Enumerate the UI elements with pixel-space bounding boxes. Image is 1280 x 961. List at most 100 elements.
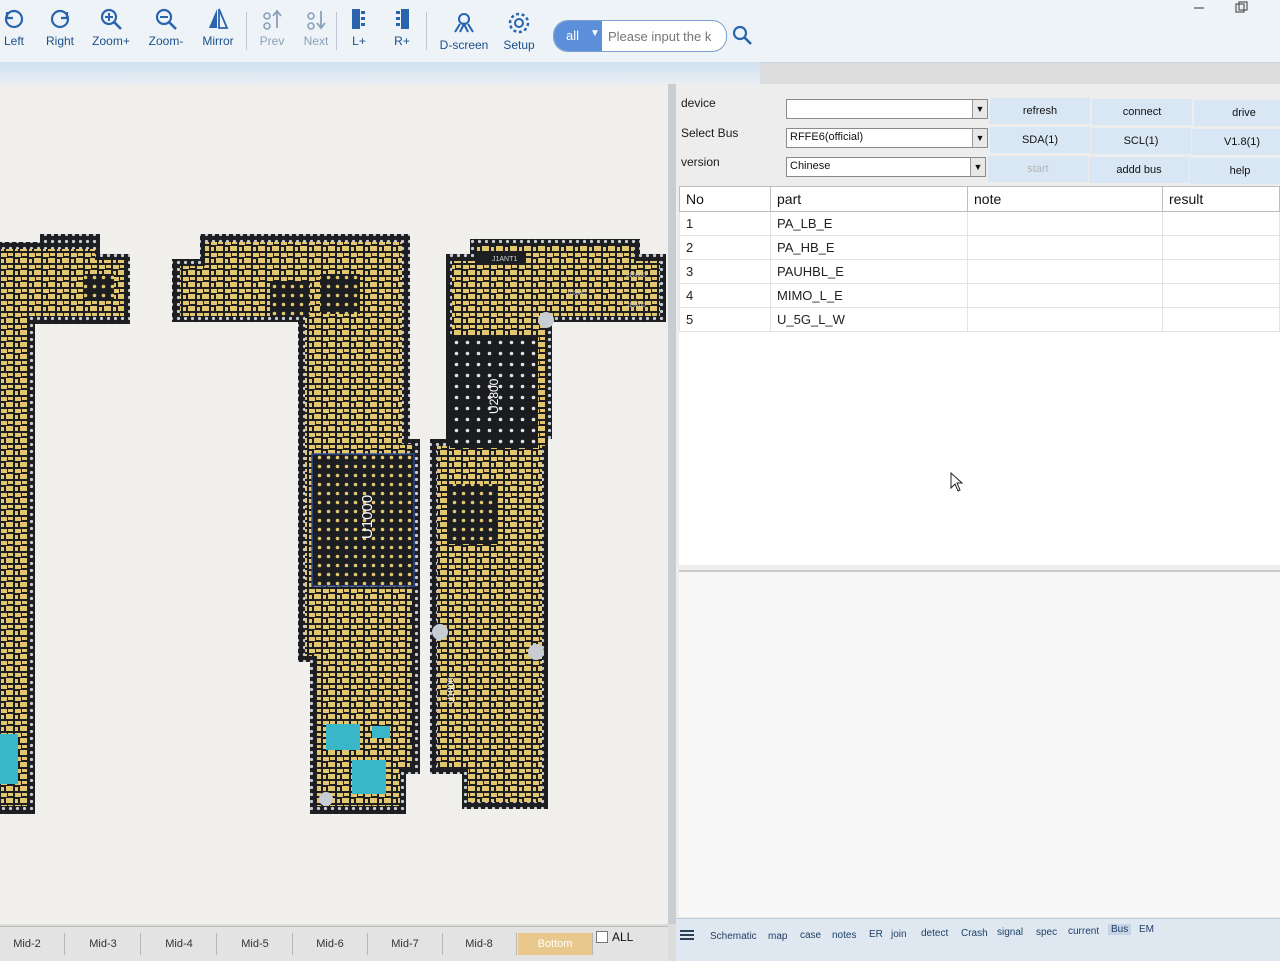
chevron-down-icon: ▼ xyxy=(972,100,987,118)
layer-tab-mid-3[interactable]: Mid-3 xyxy=(66,933,141,955)
layer-tab-mid-4[interactable]: Mid-4 xyxy=(142,933,217,955)
tab-map[interactable]: map xyxy=(768,931,787,942)
help-button[interactable]: help xyxy=(1190,158,1280,184)
tab-er[interactable]: ER xyxy=(869,929,883,940)
left-layer-icon xyxy=(352,9,365,29)
mirror-icon xyxy=(209,8,229,29)
voltage-button[interactable]: V1.8(1) xyxy=(1192,129,1280,155)
cell-no: 4 xyxy=(679,283,771,308)
rotate-right-button[interactable]: Right xyxy=(34,4,86,56)
column-header-no[interactable]: No xyxy=(679,186,771,212)
layer-tab-mid-8[interactable]: Mid-8 xyxy=(442,933,517,955)
rotate-left-icon xyxy=(4,9,24,29)
cell-note xyxy=(967,235,1163,260)
layer-tab-bar: Mid-2 Mid-3 Mid-4 Mid-5 Mid-6 Mid-7 Mid-… xyxy=(0,926,668,961)
search-input[interactable] xyxy=(606,24,726,48)
chevron-down-icon: ▼ xyxy=(590,28,600,39)
cell-result xyxy=(1162,307,1280,332)
table-row[interactable]: 5 U_5G_L_W xyxy=(679,307,1280,332)
layer-tab-mid-6[interactable]: Mid-6 xyxy=(293,933,368,955)
bus-tool-panel: device Select Bus version ▼ RFFE6(offici… xyxy=(676,84,1280,920)
setup-button[interactable]: Setup xyxy=(493,8,545,60)
right-layer-icon xyxy=(396,9,409,29)
layer-tab-mid-7[interactable]: Mid-7 xyxy=(368,933,443,955)
tab-case[interactable]: case xyxy=(800,930,821,941)
log-output-pane[interactable] xyxy=(679,570,1280,917)
mirror-button[interactable]: Mirror xyxy=(192,4,244,56)
dual-screen-button[interactable]: D-screen xyxy=(437,8,491,60)
function-tab-bar: Schematic map case notes ER join detect … xyxy=(676,918,1280,961)
menu-icon[interactable] xyxy=(680,929,694,941)
add-bus-button[interactable]: addd bus xyxy=(1089,157,1189,183)
column-header-note[interactable]: note xyxy=(967,186,1163,212)
tab-notes[interactable]: notes xyxy=(832,930,856,941)
table-row[interactable]: 4 MIMO_L_E xyxy=(679,283,1280,308)
zoom-out-button[interactable]: Zoom- xyxy=(140,4,192,56)
tab-schematic[interactable]: Schematic xyxy=(710,931,757,942)
table-row[interactable]: 1 PA_LB_E xyxy=(679,211,1280,236)
board-view[interactable]: U1000 J1ANT1 J10800 J10600 J10200 U2800 … xyxy=(0,84,668,924)
pcb-board-layout[interactable]: U1000 J1ANT1 J10800 J10600 J10200 U2800 … xyxy=(0,84,668,924)
layer-tab-mid-2[interactable]: Mid-2 xyxy=(0,933,65,955)
tab-signal[interactable]: signal xyxy=(997,927,1023,938)
chip-label-u1000: U1000 xyxy=(359,495,376,539)
connector-label-j10600: J10600 xyxy=(626,273,646,279)
search-icon[interactable] xyxy=(731,24,753,46)
results-table: No part note result 1 PA_LB_E 2 PA_HB_E … xyxy=(679,186,1280,332)
connector-label-j1ant1: J1ANT1 xyxy=(492,256,517,263)
cell-no: 5 xyxy=(679,307,771,332)
cell-no: 3 xyxy=(679,259,771,284)
chevron-down-icon: ▼ xyxy=(972,129,987,147)
cell-result xyxy=(1162,259,1280,284)
pane-splitter[interactable] xyxy=(668,84,676,924)
cell-note xyxy=(967,307,1163,332)
scl-button[interactable]: SCL(1) xyxy=(1091,128,1191,154)
bus-select[interactable]: RFFE6(official) ▼ xyxy=(786,128,988,148)
refresh-button[interactable]: refresh xyxy=(990,98,1090,124)
toolbar-separator xyxy=(426,12,427,50)
layer-tab-mid-5[interactable]: Mid-5 xyxy=(218,933,293,955)
layer-tab-bottom[interactable]: Bottom xyxy=(518,933,593,955)
cell-part: PAUHBL_E xyxy=(770,259,968,284)
drive-button[interactable]: drive xyxy=(1194,100,1280,126)
tab-join[interactable]: join xyxy=(891,929,907,940)
restore-icon[interactable] xyxy=(1235,3,1245,13)
column-header-result[interactable]: result xyxy=(1162,186,1280,212)
tab-detect[interactable]: detect xyxy=(921,928,948,939)
right-layer-button[interactable]: R+ xyxy=(376,4,428,56)
device-label: device xyxy=(681,96,716,110)
search-box: all ▼ xyxy=(553,20,727,52)
tab-crash[interactable]: Crash xyxy=(961,928,988,939)
cell-note xyxy=(967,259,1163,284)
mouse-cursor-icon xyxy=(950,472,964,492)
cell-no: 1 xyxy=(679,211,771,236)
version-select[interactable]: Chinese ▼ xyxy=(786,157,986,177)
tab-spec[interactable]: spec xyxy=(1036,927,1057,938)
cell-result xyxy=(1162,235,1280,260)
zoom-in-button[interactable]: Zoom+ xyxy=(85,4,137,56)
device-select[interactable]: ▼ xyxy=(786,99,988,119)
all-layers-checkbox[interactable] xyxy=(596,931,608,943)
cell-note xyxy=(967,211,1163,236)
cell-part: PA_HB_E xyxy=(770,235,968,260)
connect-button[interactable]: connect xyxy=(1092,99,1192,125)
search-scope-select[interactable]: all ▼ xyxy=(554,21,602,51)
tab-bus[interactable]: Bus xyxy=(1108,924,1132,935)
select-bus-label: Select Bus xyxy=(681,126,739,140)
cell-part: U_5G_L_W xyxy=(770,307,968,332)
chip-label-u1800: U1800 xyxy=(446,677,456,704)
tab-current[interactable]: current xyxy=(1068,926,1099,937)
window-controls xyxy=(1180,0,1280,20)
start-button[interactable]: start xyxy=(988,156,1088,182)
table-row[interactable]: 3 PAUHBL_E xyxy=(679,259,1280,284)
cell-result xyxy=(1162,283,1280,308)
table-row[interactable]: 2 PA_HB_E xyxy=(679,235,1280,260)
column-header-part[interactable]: part xyxy=(770,186,968,212)
cell-no: 2 xyxy=(679,235,771,260)
sda-button[interactable]: SDA(1) xyxy=(990,127,1090,153)
connector-label-j10800: J10800 xyxy=(566,291,586,297)
zoom-in-icon xyxy=(100,8,122,30)
table-header-row: No part note result xyxy=(679,186,1280,212)
tab-em[interactable]: EM xyxy=(1139,924,1154,935)
bus-select-value: RFFE6(official) xyxy=(790,131,864,143)
